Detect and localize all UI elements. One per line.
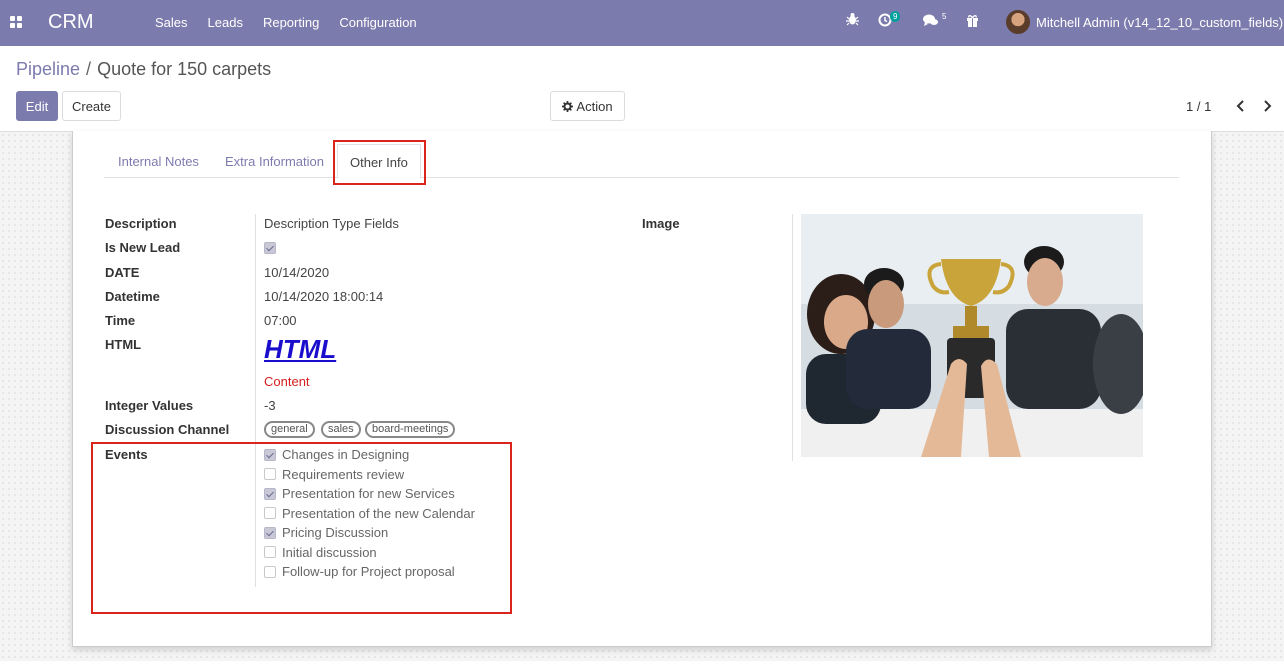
integer-values-label: Integer Values	[105, 398, 194, 413]
event-checkbox	[264, 488, 276, 500]
menu-sales[interactable]: Sales	[155, 15, 188, 30]
message-count-badge: 5	[942, 12, 947, 21]
app-brand[interactable]: CRM	[48, 11, 94, 34]
user-avatar[interactable]	[1006, 10, 1030, 34]
pager-value[interactable]: 1 / 1	[1186, 99, 1211, 114]
breadcrumb-separator: /	[86, 59, 92, 79]
date-value: 10/14/2020	[264, 265, 330, 280]
html-label: HTML	[105, 337, 142, 352]
event-checkbox	[264, 468, 276, 480]
is-new-lead-checkbox	[264, 242, 276, 254]
gift-icon[interactable]	[966, 14, 979, 30]
image-photo[interactable]	[801, 214, 1143, 457]
tab-extra-information[interactable]: Extra Information	[225, 154, 324, 169]
notebook-tabs: Internal Notes Extra Information Other I…	[104, 144, 1179, 179]
activity-clock-icon[interactable]: 9	[878, 11, 901, 30]
html-content-text: Content	[264, 374, 310, 389]
event-label: Presentation for new Services	[282, 486, 455, 501]
chevron-right-icon[interactable]	[1263, 100, 1272, 112]
description-value: Description Type Fields	[264, 216, 399, 231]
messages-chat-icon[interactable]: 5	[923, 12, 946, 30]
apps-menu-icon[interactable]	[10, 16, 22, 28]
activity-count-badge: 9	[890, 11, 901, 22]
html-heading-link[interactable]: HTML	[264, 334, 336, 365]
integer-values-value: -3	[264, 398, 276, 413]
description-label: Description	[105, 216, 177, 231]
breadcrumb-current: Quote for 150 carpets	[97, 59, 272, 79]
create-button[interactable]: Create	[62, 91, 121, 121]
event-checkbox	[264, 546, 276, 558]
time-label: Time	[105, 313, 136, 328]
channel-tag-board-meetings: board-meetings	[365, 421, 456, 438]
edit-button[interactable]: Edit	[16, 91, 58, 121]
event-label: Requirements review	[282, 467, 405, 482]
action-button[interactable]: Action	[550, 91, 625, 121]
chevron-left-icon[interactable]	[1236, 100, 1245, 112]
event-checkbox	[264, 527, 276, 539]
event-label: Presentation of the new Calendar	[282, 506, 475, 521]
user-menu-name[interactable]: Mitchell Admin (v14_12_10_custom_fields)	[1036, 15, 1283, 30]
date-label: DATE	[105, 265, 140, 280]
datetime-value: 10/14/2020 18:00:14	[264, 289, 384, 304]
debug-bug-icon[interactable]	[846, 12, 859, 29]
event-label: Initial discussion	[282, 545, 377, 560]
time-value: 07:00	[264, 313, 297, 328]
action-button-label: Action	[576, 98, 613, 114]
is-new-lead-label: Is New Lead	[105, 240, 181, 255]
event-label: Changes in Designing	[282, 447, 410, 462]
datetime-label: Datetime	[105, 289, 160, 304]
image-divider	[792, 214, 793, 461]
breadcrumb: Pipeline / Quote for 150 carpets	[16, 59, 271, 80]
gear-icon	[562, 100, 574, 112]
event-label: Follow-up for Project proposal	[282, 564, 455, 579]
channel-tag-sales: sales	[321, 421, 361, 438]
discussion-channel-label: Discussion Channel	[105, 422, 230, 437]
event-checkbox	[264, 449, 276, 461]
highlight-box-tab	[333, 140, 426, 185]
event-checkbox	[264, 566, 276, 578]
top-navbar: CRM Sales Leads Reporting Configuration …	[0, 0, 1284, 46]
menu-configuration[interactable]: Configuration	[339, 15, 416, 30]
trophy-celebration-image	[801, 214, 1143, 457]
image-label: Image	[642, 216, 680, 231]
menu-leads[interactable]: Leads	[208, 15, 243, 30]
main-menu: Sales Leads Reporting Configuration	[155, 15, 437, 30]
tab-internal-notes[interactable]: Internal Notes	[118, 154, 199, 169]
event-label: Pricing Discussion	[282, 525, 389, 540]
channel-tag-general: general	[264, 421, 315, 438]
event-checkbox	[264, 507, 276, 519]
breadcrumb-pipeline-link[interactable]: Pipeline	[16, 59, 80, 79]
menu-reporting[interactable]: Reporting	[263, 15, 319, 30]
